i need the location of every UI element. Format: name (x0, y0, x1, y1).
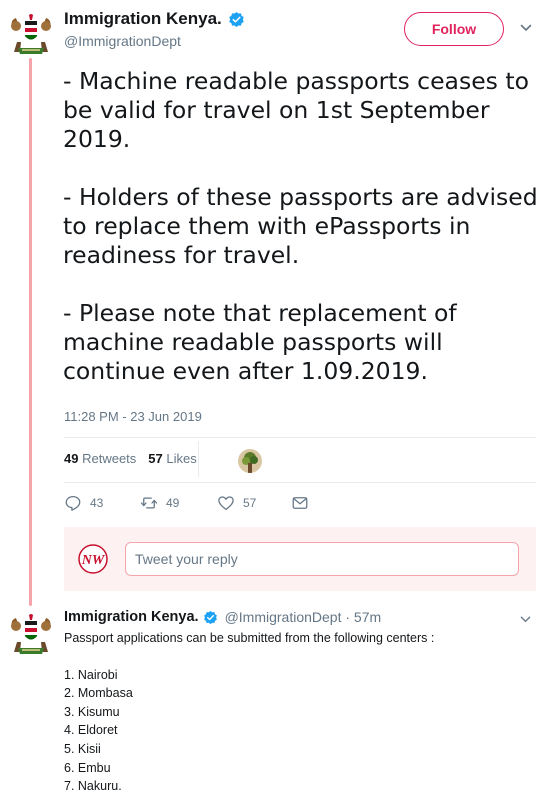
tweet-timestamp[interactable]: 11:28 PM - 23 Jun 2019 (64, 409, 202, 424)
divider (64, 437, 536, 438)
follow-button[interactable]: Follow (404, 12, 504, 46)
tweet-text: - Machine readable passports ceases to b… (63, 67, 538, 385)
message-icon (292, 497, 308, 509)
coat-of-arms-icon[interactable] (8, 12, 54, 56)
list-item: 2. Mombasa (64, 686, 133, 701)
tweet-stats: 49 Retweets 57 Likes (64, 451, 197, 466)
reply-tweet-header[interactable]: Immigration Kenya. @ImmigrationDept · 57… (64, 609, 381, 625)
liker-avatar[interactable] (238, 449, 262, 473)
centers-list: 1. Nairobi 2. Mombasa 3. Kisumu 4. Eldor… (64, 666, 534, 796)
list-item: 6. Embu (64, 760, 111, 775)
reply-action[interactable]: 43 (64, 494, 140, 512)
thread-line (29, 58, 32, 606)
heart-icon (218, 496, 234, 511)
reply-display-name[interactable]: Immigration Kenya. (64, 609, 199, 625)
verified-badge-icon (229, 11, 244, 27)
verified-badge-icon (203, 610, 217, 624)
nw-logo-icon: NW (78, 544, 108, 574)
reply-intro: Passport applications can be submitted f… (64, 631, 435, 645)
reply-handle-time[interactable]: @ImmigrationDept · 57m (225, 609, 382, 625)
list-item: 3. Kisumu (64, 704, 120, 719)
likes-count: 57 (148, 451, 163, 466)
chevron-down-icon[interactable] (520, 614, 531, 625)
tweet-actions: 43 49 57 (64, 494, 309, 512)
author-handle[interactable]: @ImmigrationDept (64, 33, 181, 49)
reply-icon (65, 495, 81, 511)
likes-label: Likes (166, 451, 197, 466)
reply-count: 43 (90, 496, 104, 510)
display-name[interactable]: Immigration Kenya. (64, 9, 222, 29)
reply-composer: NW Tweet your reply (64, 527, 536, 591)
coat-of-arms-icon[interactable] (8, 612, 54, 656)
author-name-row[interactable]: Immigration Kenya. (64, 9, 245, 29)
message-action[interactable] (291, 494, 309, 512)
chevron-down-icon[interactable] (520, 22, 532, 34)
retweet-action[interactable]: 49 (140, 494, 217, 512)
list-item: 4. Eldoret (64, 723, 118, 738)
reply-tweet-text: Passport applications can be submitted f… (64, 629, 534, 796)
list-item: 5. Kisii (64, 742, 101, 757)
stats-separator (198, 441, 199, 477)
retweets-count: 49 (64, 451, 79, 466)
like-action[interactable]: 57 (217, 494, 291, 512)
divider (64, 482, 536, 483)
like-count: 57 (243, 496, 257, 510)
retweet-icon (140, 497, 158, 509)
likes-stat[interactable]: 57 Likes (148, 451, 196, 466)
retweet-count: 49 (166, 496, 180, 510)
reply-input[interactable]: Tweet your reply (125, 542, 519, 576)
retweets-stat[interactable]: 49 Retweets (64, 451, 136, 466)
retweets-label: Retweets (82, 451, 137, 466)
nw-logo-text: NW (81, 553, 106, 568)
list-item: 7. Nakuru. (64, 779, 122, 794)
list-item: 1. Nairobi (64, 667, 118, 682)
